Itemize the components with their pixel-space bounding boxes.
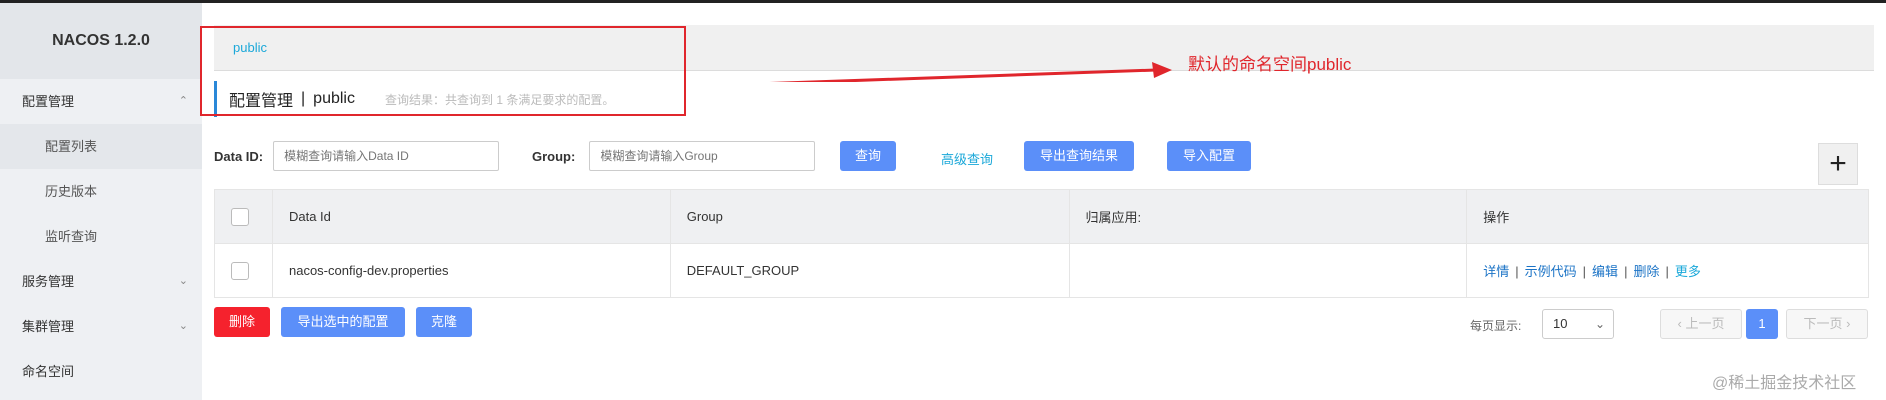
group-label: Group: xyxy=(532,148,576,164)
add-config-button[interactable]: + xyxy=(1818,143,1858,185)
data-id-input[interactable] xyxy=(273,141,500,171)
select-all-checkbox[interactable] xyxy=(231,207,249,226)
annotation-highlight-box xyxy=(200,26,686,116)
sidebar-item-label: 配置列表 xyxy=(45,139,98,154)
next-page-button[interactable]: 下一页 › xyxy=(1786,309,1868,339)
row-checkbox[interactable] xyxy=(231,261,249,280)
advanced-query-link[interactable]: 高级查询 xyxy=(941,149,993,168)
sidebar-item-label: 命名空间 xyxy=(22,364,75,379)
per-page-label: 每页显示: xyxy=(1470,319,1522,333)
cell-group: DEFAULT_GROUP xyxy=(669,243,1070,298)
watermark: @稀土掘金技术社区 xyxy=(1712,375,1857,392)
column-header-data-id: Data Id xyxy=(271,189,671,244)
ops-separator: | xyxy=(1582,264,1587,279)
export-selected-button[interactable]: 导出选中的配置 xyxy=(281,307,405,337)
export-results-button[interactable]: 导出查询结果 xyxy=(1024,141,1134,171)
column-header-app: 归属应用: xyxy=(1068,189,1468,244)
import-config-button[interactable]: 导入配置 xyxy=(1167,141,1251,171)
sidebar-item-label: 集群管理 xyxy=(22,319,75,334)
cell-app xyxy=(1068,243,1468,298)
annotation-text: 默认的命名空间public xyxy=(1188,55,1352,74)
row-select-cell xyxy=(214,243,273,298)
sidebar-item-cluster-management[interactable]: 集群管理 ⌄ xyxy=(0,304,202,349)
ops-separator: | xyxy=(1624,264,1628,279)
delete-link[interactable]: 删除 xyxy=(1633,264,1659,279)
sidebar-item-config-management[interactable]: 配置管理 ⌃ xyxy=(0,79,202,124)
query-button[interactable]: 查询 xyxy=(840,141,896,171)
edit-link[interactable]: 编辑 xyxy=(1592,264,1618,279)
chevron-down-icon: ⌄ xyxy=(178,320,188,332)
sidebar-item-history[interactable]: 历史版本 xyxy=(0,169,202,214)
sample-code-link[interactable]: 示例代码 xyxy=(1525,264,1577,279)
cell-data-id: nacos-config-dev.properties xyxy=(271,243,671,298)
annotation-arrow-icon xyxy=(769,62,1172,82)
group-input[interactable] xyxy=(589,141,816,171)
table-row: nacos-config-dev.properties DEFAULT_GROU… xyxy=(214,243,1869,298)
ops-separator: | xyxy=(1665,264,1669,279)
select-all-cell xyxy=(214,189,273,244)
per-page-select[interactable]: 10 ⌄ xyxy=(1542,309,1614,339)
table-header-row: Data Id Group 归属应用: 操作 xyxy=(214,189,1869,244)
next-page-label: 下一页 xyxy=(1803,316,1843,331)
group-filter: Group: xyxy=(532,141,816,171)
ops-separator: | xyxy=(1515,264,1519,279)
clone-button[interactable]: 克隆 xyxy=(416,307,472,337)
detail-link[interactable]: 详情 xyxy=(1483,264,1509,279)
chevron-up-icon: ⌃ xyxy=(178,95,188,107)
column-header-operations: 操作 xyxy=(1466,189,1869,244)
sidebar: NACOS 1.2.0 配置管理 ⌃ 配置列表 历史版本 监听查询 服务管理 ⌄… xyxy=(0,3,202,400)
data-id-filter: Data ID: xyxy=(214,141,500,171)
sidebar-item-label: 历史版本 xyxy=(45,184,98,199)
sidebar-item-label: 配置管理 xyxy=(22,94,75,109)
bulk-delete-button[interactable]: 删除 xyxy=(214,307,270,337)
plus-icon: + xyxy=(1829,147,1847,180)
prev-page-button[interactable]: ‹ 上一页 xyxy=(1660,309,1742,339)
per-page-value: 10 xyxy=(1553,316,1568,331)
config-table: Data Id Group 归属应用: 操作 nacos-config-dev.… xyxy=(214,189,1869,298)
prev-page-label: 上一页 xyxy=(1685,316,1725,331)
page-1-button[interactable]: 1 xyxy=(1746,309,1778,339)
sidebar-item-config-list[interactable]: 配置列表 xyxy=(0,124,202,169)
chevron-down-icon: ⌄ xyxy=(1594,317,1605,331)
cell-operations: 详情 | 示例代码 | 编辑 | 删除 | 更多 xyxy=(1466,243,1869,298)
more-link[interactable]: 更多 xyxy=(1675,264,1701,279)
column-header-group: Group xyxy=(669,189,1070,244)
sidebar-item-service-management[interactable]: 服务管理 ⌄ xyxy=(0,259,202,304)
sidebar-item-label: 服务管理 xyxy=(22,274,75,289)
brand-logo: NACOS 1.2.0 xyxy=(0,3,202,79)
data-id-label: Data ID: xyxy=(214,148,264,164)
sidebar-item-listener-query[interactable]: 监听查询 xyxy=(0,214,202,259)
chevron-right-icon: › xyxy=(1842,316,1851,331)
sidebar-item-label: 监听查询 xyxy=(45,229,98,244)
chevron-down-icon: ⌄ xyxy=(178,275,188,287)
sidebar-item-namespace[interactable]: 命名空间 xyxy=(0,349,202,394)
